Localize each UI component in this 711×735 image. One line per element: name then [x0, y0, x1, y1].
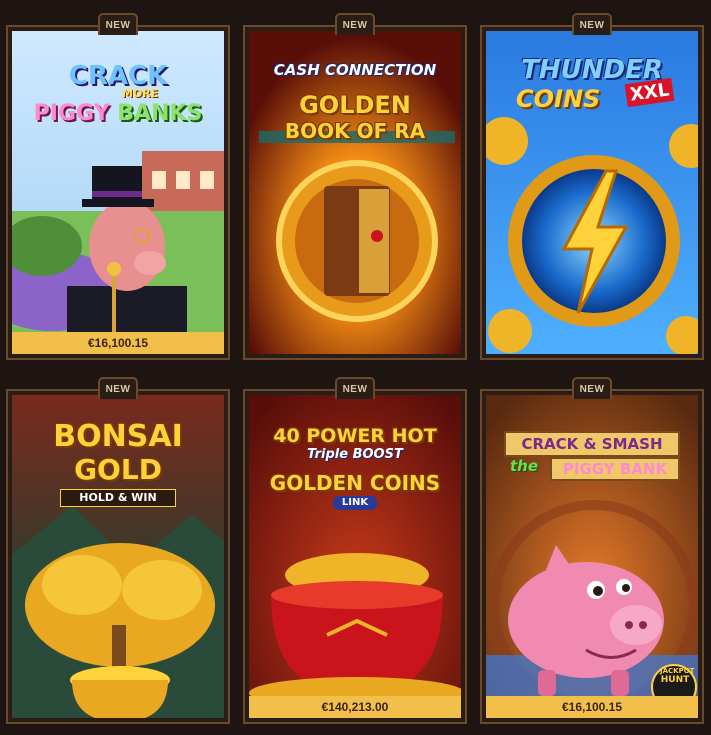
game-title-line1: CRACK — [68, 61, 168, 91]
game-thumbnail: BONSAI GOLD HOLD & WIN — [12, 395, 224, 718]
new-badge: NEW — [98, 13, 138, 35]
game-title-tag: HOLD & WIN — [60, 489, 176, 507]
game-thumbnail: CASH CONNECTION GOLDEN BOOK OF RA — [249, 31, 461, 354]
new-badge: NEW — [572, 377, 612, 399]
game-title-top: CASH CONNECTION — [273, 61, 437, 79]
game-title-line1: BONSAI — [53, 419, 183, 454]
game-card-bonsai-gold[interactable]: NEW BONSAI GOLD HOLD & WIN — [6, 377, 230, 724]
game-title-script: Triple BOOST — [307, 447, 403, 462]
game-card-crack-and-smash-piggy-bank[interactable]: NEW CRACK & SMASH the PIGGY BANK JACKPOT… — [480, 377, 704, 724]
game-title-line2: GOLD — [74, 453, 162, 486]
game-thumbnail: CRACK & SMASH the PIGGY BANK JACKPOT HUN… — [486, 395, 698, 718]
game-title-line2: COINS — [516, 85, 601, 113]
game-thumbnail: THUNDER COINS XXL — [486, 31, 698, 354]
new-badge: NEW — [98, 377, 138, 399]
game-card-40-power-hot-golden-coins[interactable]: NEW 40 POWER HOT Triple BOOST GOLDEN COI… — [243, 377, 467, 724]
game-title-line2: PIGGY BANKS — [33, 101, 203, 126]
game-thumbnail: 40 POWER HOT Triple BOOST GOLDEN COINS L… — [249, 395, 461, 718]
jackpot-amount: €16,100.15 — [486, 696, 698, 718]
game-title-line2: GOLDEN COINS — [269, 471, 441, 495]
game-thumbnail: CRACK MORE PIGGY BANKS €16,100.15 — [12, 31, 224, 354]
jackpot-amount: €140,213.00 — [249, 696, 461, 718]
game-title-line1: GOLDEN — [299, 91, 411, 119]
jackpot-hunt-logo: JACKPOT HUNT — [660, 667, 695, 685]
new-badge: NEW — [335, 377, 375, 399]
game-card-crack-more-piggy-banks[interactable]: NEW CRACK MORE PIGGY BANKS €16,100.15 — [6, 13, 230, 360]
new-badge: NEW — [572, 13, 612, 35]
golden-book-artwork — [249, 31, 461, 354]
game-title-line2: BOOK OF RA — [284, 119, 426, 143]
game-title-more: MORE — [122, 87, 159, 100]
game-title-line2: PIGGY BANK — [550, 457, 680, 481]
game-title-line1: CRACK & SMASH — [504, 431, 680, 457]
game-title-script: the — [510, 457, 539, 475]
game-card-thunder-coins-xxl[interactable]: NEW THUNDER COINS XXL — [480, 13, 704, 360]
game-card-golden-book-of-ra[interactable]: NEW CASH CONNECTION GOLDEN BOOK OF RA — [243, 13, 467, 360]
game-title-tag: LINK — [333, 496, 377, 510]
new-badge: NEW — [335, 13, 375, 35]
game-title-line1: 40 POWER HOT — [273, 425, 437, 447]
jackpot-amount: €16,100.15 — [12, 332, 224, 354]
